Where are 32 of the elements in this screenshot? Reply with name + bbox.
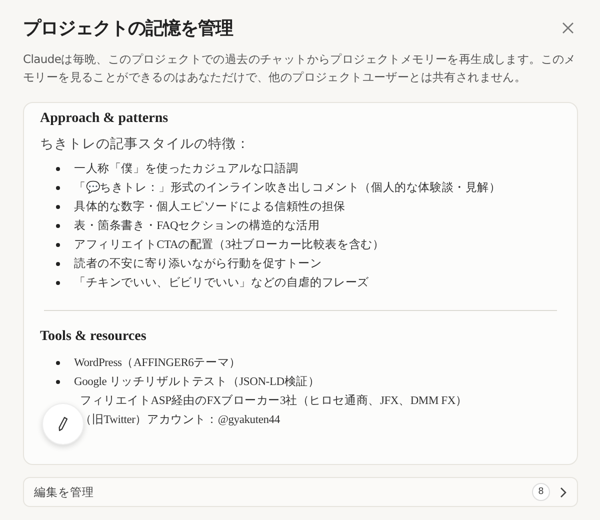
memory-item: 読者の不安に寄り添いながら行動を促すトーン — [74, 256, 322, 271]
bullet-icon — [56, 262, 60, 266]
memory-item: アフィリエイトCTAの配置（3社ブローカー比較表を含む） — [74, 238, 384, 252]
count-badge: 8 — [532, 483, 550, 501]
memory-item: 具体的な数字・個人エピソードによる信頼性の担保 — [74, 199, 346, 214]
bullet-icon — [56, 380, 60, 384]
pencil-icon — [57, 416, 69, 432]
edit-button[interactable] — [42, 403, 84, 445]
memory-item: 表・箇条書き・FAQセクションの構造的な活用 — [74, 218, 320, 233]
memory-item: 「チキンでいい、ビビリでいい」などの自虐的フレーズ — [74, 276, 370, 290]
dialog-title: プロジェクトの記憶を管理 — [23, 17, 233, 40]
section-heading: Tools & resources — [40, 329, 148, 345]
footer-label: 編集を管理 — [34, 484, 95, 500]
section-intro: ちきトレの記事スタイルの特徴： — [40, 135, 251, 153]
close-icon[interactable] — [562, 22, 574, 34]
dialog-description: Claudeは毎晩、このプロジェクトでの過去のチャットからプロジェクトメモリーを再生成します。このメモリーを見ることができるのはあなただけで、他のプロジェクトユーザーとは共有されません。 — [23, 51, 577, 86]
section-heading: Approach & patterns — [40, 111, 170, 127]
memory-item: WordPress（AFFINGER6テーマ） — [74, 356, 241, 370]
memory-item: 一人称「僕」を使ったカジュアルな口語調 — [74, 162, 298, 176]
bullet-icon — [56, 204, 60, 208]
bullet-icon — [56, 224, 60, 228]
bullet-icon — [56, 280, 60, 284]
memory-item: （旧Twitter）アカウント：@gyakuten44 — [80, 412, 280, 427]
bullet-icon — [56, 360, 60, 364]
bullet-icon — [56, 166, 60, 170]
memory-item: Google リッチリザルトテスト（JSON-LD検証） — [74, 374, 320, 389]
memory-item: 「💬ちきトレ：」形式のインライン吹き出しコメント（個人的な体験談・見解） — [74, 180, 501, 195]
chevron-icon — [560, 486, 567, 498]
manage-edits-row[interactable]: 編集を管理 8 — [23, 477, 578, 507]
bullet-icon — [56, 242, 60, 246]
memory-item: フィリエイトASP経由のFXブローカー3社（ヒロセ通商、JFX、DMM FX） — [80, 393, 468, 408]
bullet-icon — [56, 186, 60, 190]
